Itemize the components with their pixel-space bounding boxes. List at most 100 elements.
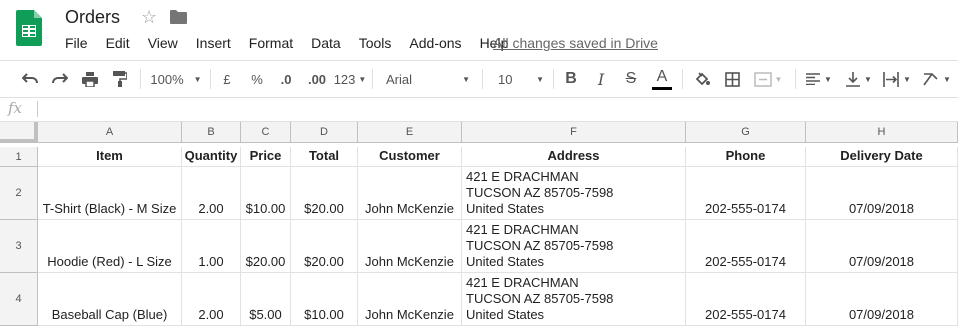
- column-header-c[interactable]: C: [241, 122, 291, 143]
- folder-icon[interactable]: [170, 10, 187, 24]
- header-cell-item[interactable]: Item: [38, 147, 182, 167]
- header-cell-customer[interactable]: Customer: [358, 147, 462, 167]
- row-header-1[interactable]: 1: [0, 147, 38, 167]
- cell-customer[interactable]: John McKenzie: [358, 167, 462, 220]
- font-family-value: Arial: [386, 71, 413, 87]
- header-cell-price[interactable]: Price: [241, 147, 291, 167]
- vertical-align-icon[interactable]: ▼: [842, 61, 876, 97]
- increase-decimal-button[interactable]: .00: [303, 61, 331, 97]
- redo-icon[interactable]: [48, 61, 72, 97]
- save-status-link[interactable]: All changes saved in Drive: [493, 35, 658, 51]
- cell-quantity[interactable]: 1.00: [182, 220, 241, 273]
- row-header-3[interactable]: 3: [0, 220, 38, 273]
- toolbar-divider: [372, 69, 373, 89]
- column-header-e[interactable]: E: [358, 122, 462, 143]
- select-all-corner[interactable]: [0, 122, 38, 143]
- menu-bar: File Edit View Insert Format Data Tools …: [65, 35, 526, 51]
- cell-item[interactable]: Hoodie (Red) - L Size: [38, 220, 182, 273]
- sheets-logo-icon[interactable]: [16, 10, 42, 46]
- cell-delivery-date[interactable]: 07/09/2018: [806, 220, 958, 273]
- cell-address[interactable]: 421 E DRACHMAN TUCSON AZ 85705-7598 Unit…: [462, 167, 686, 220]
- menu-format[interactable]: Format: [249, 35, 293, 51]
- text-rotation-icon[interactable]: ▼: [920, 61, 954, 97]
- cell-customer[interactable]: John McKenzie: [358, 273, 462, 326]
- more-formats-select[interactable]: 123 ▼: [333, 61, 367, 97]
- borders-icon[interactable]: [720, 61, 744, 97]
- zoom-value: 100%: [150, 71, 184, 87]
- column-header-g[interactable]: G: [686, 122, 806, 143]
- header-cell-total[interactable]: Total: [291, 147, 358, 167]
- address-line: TUCSON AZ 85705-7598: [466, 291, 614, 306]
- print-icon[interactable]: [78, 61, 102, 97]
- toolbar-divider: [210, 69, 211, 89]
- more-formats-label: 123: [333, 71, 356, 87]
- menu-edit[interactable]: Edit: [106, 35, 130, 51]
- font-family-select[interactable]: Arial ▼: [380, 61, 476, 97]
- header-cell-delivery-date[interactable]: Delivery Date: [806, 147, 958, 167]
- fill-color-icon[interactable]: [690, 61, 714, 97]
- undo-icon[interactable]: [18, 61, 42, 97]
- header-cell-address[interactable]: Address: [462, 147, 686, 167]
- column-header-a[interactable]: A: [38, 122, 182, 143]
- text-color-icon[interactable]: A: [650, 61, 674, 97]
- formula-bar: fx: [0, 97, 958, 122]
- cell-quantity[interactable]: 2.00: [182, 167, 241, 220]
- cell-total[interactable]: $10.00: [291, 273, 358, 326]
- cell-item[interactable]: Baseball Cap (Blue): [38, 273, 182, 326]
- address-line: 421 E DRACHMAN: [466, 222, 579, 237]
- star-icon[interactable]: ☆: [141, 7, 157, 28]
- menu-tools[interactable]: Tools: [359, 35, 392, 51]
- document-title[interactable]: Orders: [65, 7, 120, 28]
- column-header-f[interactable]: F: [462, 122, 686, 143]
- chevron-down-icon: ▼: [536, 74, 544, 84]
- bold-icon[interactable]: B: [560, 61, 582, 97]
- header-cell-phone[interactable]: Phone: [686, 147, 806, 167]
- cell-delivery-date[interactable]: 07/09/2018: [806, 273, 958, 326]
- currency-format-button[interactable]: £: [216, 61, 238, 97]
- row-header-4[interactable]: 4: [0, 273, 38, 326]
- column-header-h[interactable]: H: [806, 122, 958, 143]
- column-header-d[interactable]: D: [291, 122, 358, 143]
- cell-price[interactable]: $10.00: [241, 167, 291, 220]
- text-wrap-icon[interactable]: ▼: [880, 61, 914, 97]
- cell-phone[interactable]: 202-555-0174: [686, 220, 806, 273]
- chevron-down-icon: ▼: [358, 74, 367, 84]
- column-header-b[interactable]: B: [182, 122, 241, 143]
- cell-price[interactable]: $5.00: [241, 273, 291, 326]
- cell-delivery-date[interactable]: 07/09/2018: [806, 167, 958, 220]
- address-line: 421 E DRACHMAN: [466, 275, 579, 290]
- cell-phone[interactable]: 202-555-0174: [686, 273, 806, 326]
- font-size-select[interactable]: 10 ▼: [490, 61, 548, 97]
- address-line: TUCSON AZ 85705-7598: [466, 185, 614, 200]
- header-cell-quantity[interactable]: Quantity: [182, 147, 241, 167]
- paint-format-icon[interactable]: [108, 61, 132, 97]
- cell-customer[interactable]: John McKenzie: [358, 220, 462, 273]
- cell-phone[interactable]: 202-555-0174: [686, 167, 806, 220]
- zoom-select[interactable]: 100% ▼: [148, 61, 204, 97]
- chevron-down-icon: ▼: [193, 74, 202, 84]
- menu-file[interactable]: File: [65, 35, 88, 51]
- cell-total[interactable]: $20.00: [291, 220, 358, 273]
- horizontal-align-icon[interactable]: ▼: [802, 61, 836, 97]
- italic-icon[interactable]: I: [590, 61, 612, 97]
- menu-addons[interactable]: Add-ons: [409, 35, 461, 51]
- toolbar-divider: [682, 69, 683, 89]
- cell-address[interactable]: 421 E DRACHMAN TUCSON AZ 85705-7598 Unit…: [462, 220, 686, 273]
- toolbar-divider: [140, 69, 141, 89]
- cell-address[interactable]: 421 E DRACHMAN TUCSON AZ 85705-7598 Unit…: [462, 273, 686, 326]
- menu-insert[interactable]: Insert: [196, 35, 231, 51]
- strikethrough-icon[interactable]: S: [620, 61, 642, 97]
- cell-item[interactable]: T-Shirt (Black) - M Size: [38, 167, 182, 220]
- cell-quantity[interactable]: 2.00: [182, 273, 241, 326]
- fx-label: fx: [8, 99, 23, 117]
- cell-total[interactable]: $20.00: [291, 167, 358, 220]
- toolbar: 100% ▼ £ % .0 .00 123 ▼ Arial ▼ 10 ▼ B I…: [0, 60, 958, 98]
- cell-price[interactable]: $20.00: [241, 220, 291, 273]
- row-header-2[interactable]: 2: [0, 167, 38, 220]
- menu-view[interactable]: View: [148, 35, 178, 51]
- percent-format-button[interactable]: %: [246, 61, 268, 97]
- menu-data[interactable]: Data: [311, 35, 341, 51]
- decrease-decimal-button[interactable]: .0: [274, 61, 298, 97]
- toolbar-divider: [795, 69, 796, 89]
- merge-cells-icon[interactable]: ▼: [750, 61, 786, 97]
